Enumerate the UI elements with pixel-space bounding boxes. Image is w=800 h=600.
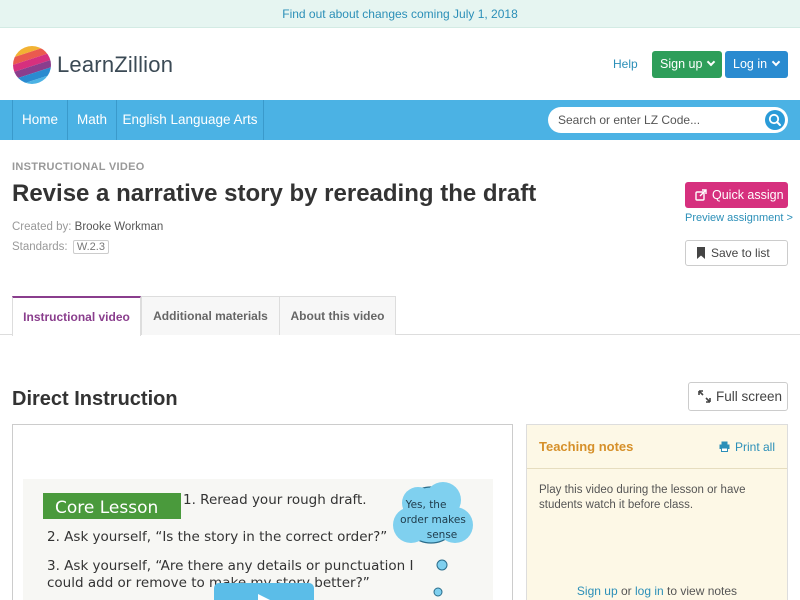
expand-icon	[698, 390, 711, 403]
notes-signup-link[interactable]: Sign up	[577, 584, 618, 598]
standard-badge[interactable]: W.2.3	[72, 240, 109, 254]
save-to-list-button[interactable]: Save to list	[685, 240, 788, 266]
standards: Standards: W.2.3	[12, 240, 109, 254]
print-all-link[interactable]: Print all	[719, 440, 775, 454]
section-title: Direct Instruction	[12, 388, 178, 410]
step-2-text: 2. Ask yourself, “Is the story in the co…	[47, 529, 387, 545]
brand-name[interactable]: LearnZillion	[57, 52, 173, 78]
share-icon	[695, 189, 707, 201]
bubble-line-3: sense	[427, 529, 458, 541]
full-screen-button[interactable]: Full screen	[688, 382, 788, 411]
page-title: Revise a narrative story by rereading th…	[12, 180, 537, 207]
login-label: Log in	[733, 57, 768, 71]
core-lesson-text: Core Lesson	[55, 498, 158, 518]
signup-label: Sign up	[660, 57, 703, 71]
nav-home[interactable]: Home	[13, 100, 67, 140]
created-by-label: Created by:	[12, 221, 72, 233]
announcement-link[interactable]: Find out about changes coming July 1, 20…	[282, 7, 518, 21]
tab-additional-materials[interactable]: Additional materials	[141, 296, 280, 335]
teaching-notes-title: Teaching notes	[539, 439, 634, 454]
login-button[interactable]: Log in	[725, 51, 788, 78]
content-type-label: INSTRUCTIONAL VIDEO	[12, 161, 145, 173]
teaching-notes-header: Teaching notes Print all	[527, 425, 787, 469]
bubble-line-1: Yes, the	[405, 499, 447, 511]
step-3-line-1: 3. Ask yourself, “Are there any details …	[47, 558, 414, 574]
nav-ela[interactable]: English Language Arts	[117, 100, 263, 140]
bookmark-icon	[697, 247, 705, 259]
quick-assign-label: Quick assign	[712, 188, 784, 202]
step-1-text: 1. Reread your rough draft.	[183, 492, 367, 508]
search-button[interactable]	[765, 110, 785, 130]
search-input[interactable]: Search or enter LZ Code...	[548, 107, 788, 133]
standards-label: Standards:	[12, 241, 68, 253]
signup-button[interactable]: Sign up	[652, 51, 722, 78]
created-by: Created by: Brooke Workman	[12, 221, 163, 233]
tab-instructional-video[interactable]: Instructional video	[12, 296, 141, 336]
notes-login-prompt: Sign up or log in to view notes	[527, 584, 787, 598]
notes-or-text: or	[620, 584, 632, 598]
full-screen-label: Full screen	[716, 389, 783, 404]
print-all-label: Print all	[734, 440, 775, 454]
author-name: Brooke Workman	[74, 221, 164, 233]
help-link[interactable]: Help	[613, 57, 638, 71]
nav-math[interactable]: Math	[68, 100, 116, 140]
save-to-list-label: Save to list	[711, 246, 770, 260]
search-icon	[768, 113, 781, 126]
preview-assignment-link[interactable]: Preview assignment >	[685, 212, 793, 224]
tab-about-this-video[interactable]: About this video	[279, 296, 396, 335]
notes-login-link[interactable]: log in	[635, 584, 664, 598]
search-placeholder: Search or enter LZ Code...	[558, 113, 701, 127]
chevron-down-icon	[707, 57, 716, 67]
learnzillion-logo-icon[interactable]	[12, 45, 52, 85]
teaching-notes-body: Play this video during the lesson or hav…	[539, 484, 746, 511]
step-3-line-2: could add or remove to make my story bet…	[47, 575, 370, 591]
quick-assign-button[interactable]: Quick assign	[685, 182, 788, 208]
notes-tail-text: to view notes	[667, 584, 738, 598]
video-player[interactable]: Core Lesson 1. Reread your rough draft. …	[12, 424, 513, 600]
site-header: LearnZillion Help Sign up Log in	[0, 28, 800, 100]
chevron-down-icon	[771, 57, 781, 67]
teaching-notes-panel: Teaching notes Print all Play this video…	[526, 424, 788, 600]
nav-divider	[263, 100, 264, 140]
video-frame: Core Lesson 1. Reread your rough draft. …	[13, 425, 512, 600]
announcement-banner: Find out about changes coming July 1, 20…	[0, 0, 800, 28]
printer-icon	[719, 441, 730, 452]
bubble-line-2: order makes	[400, 514, 466, 526]
